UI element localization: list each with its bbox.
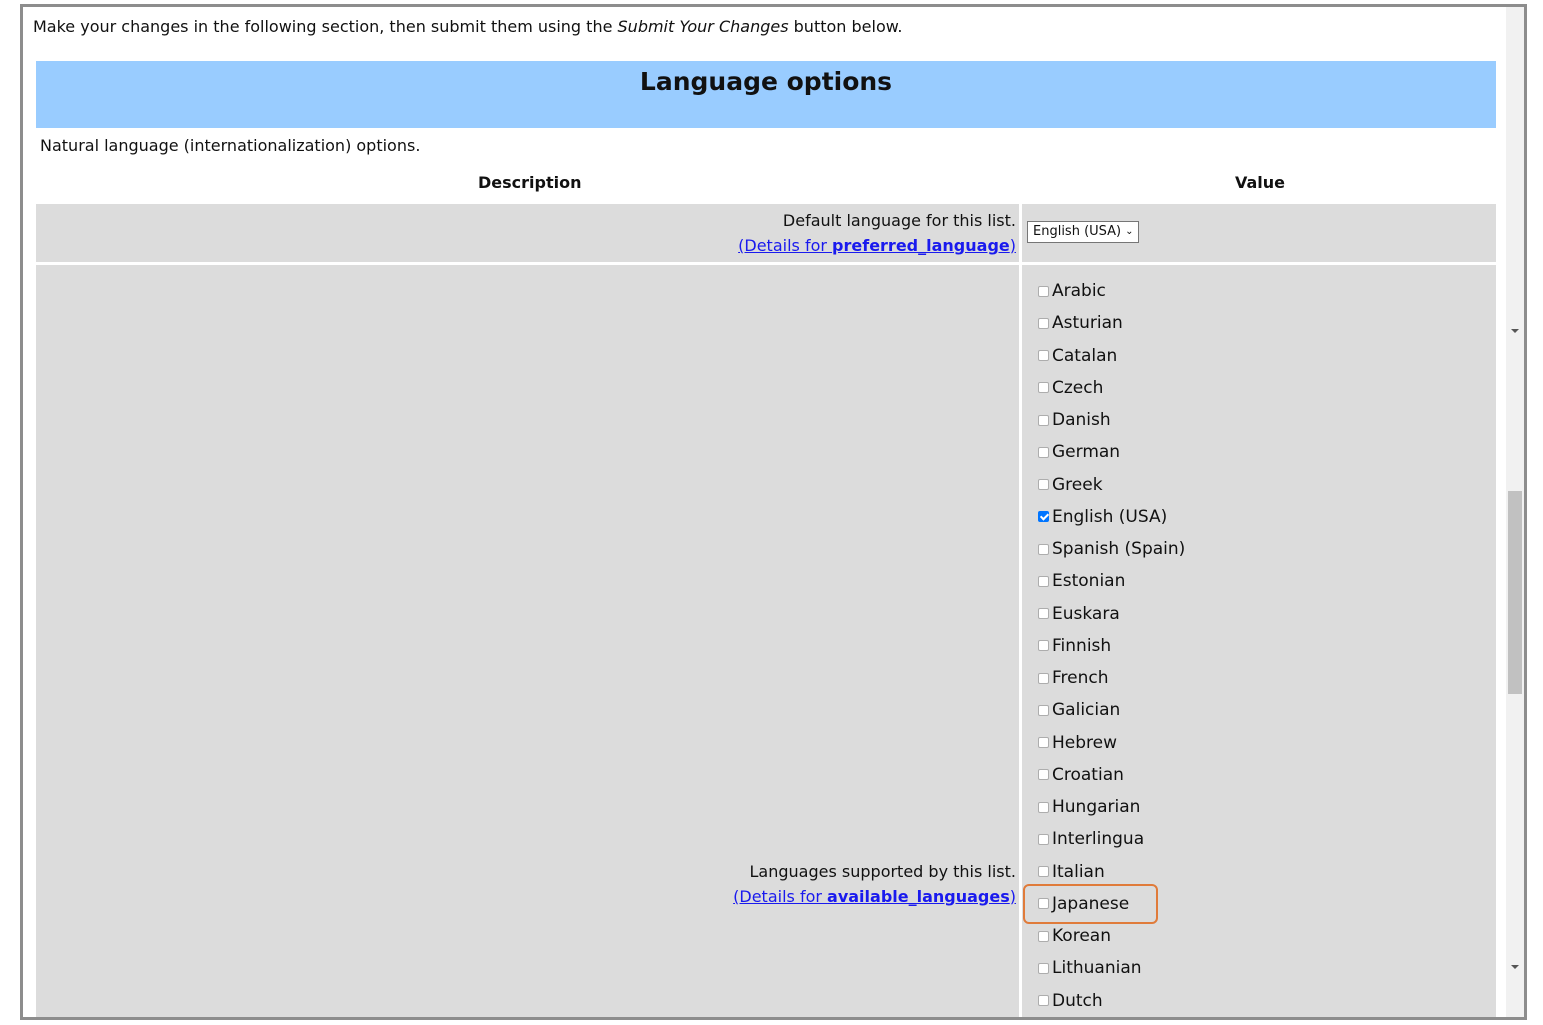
language-label: Croatian	[1052, 764, 1124, 785]
preferred-language-value-cell: English (USA) ⌄	[1022, 204, 1496, 262]
language-checkbox[interactable]	[1038, 704, 1049, 716]
language-label: Euskara	[1052, 603, 1120, 624]
language-label: Hungarian	[1052, 797, 1141, 817]
language-label: Greek	[1052, 474, 1103, 495]
language-label: Spanish (Spain)	[1052, 539, 1186, 559]
language-label: Lithuanian	[1052, 958, 1142, 979]
scroll-down-arrow-icon[interactable]	[1511, 965, 1519, 969]
language-checkbox[interactable]	[1038, 995, 1049, 1006]
language-option[interactable]: Finnish	[1038, 634, 1111, 658]
preferred-language-select-value: English (USA)	[1033, 224, 1122, 239]
language-option[interactable]: German	[1038, 440, 1120, 464]
language-checkbox[interactable]	[1038, 285, 1049, 297]
language-checkbox[interactable]	[1038, 414, 1049, 426]
intro-suffix: button below.	[788, 17, 903, 36]
section-title: Language options	[639, 67, 893, 96]
language-option[interactable]: Estonian	[1038, 569, 1125, 593]
language-option[interactable]: Spanish (Spain)	[1038, 537, 1185, 561]
language-option[interactable]: Danish	[1038, 408, 1111, 432]
preferred-language-label: Default language for this list.	[782, 211, 1016, 230]
available-languages-description: Languages supported by this list. (Detai…	[733, 859, 1016, 909]
language-label: Asturian	[1052, 313, 1123, 334]
language-label: Danish	[1052, 410, 1111, 430]
language-label: Estonian	[1052, 571, 1126, 592]
chevron-down-icon: ⌄	[1125, 226, 1134, 237]
language-checkbox[interactable]	[1038, 769, 1049, 781]
language-label: Catalan	[1052, 345, 1118, 366]
language-checkbox[interactable]	[1038, 511, 1049, 523]
language-checkbox[interactable]	[1038, 930, 1049, 942]
language-label: Korean	[1052, 926, 1111, 946]
language-checkbox[interactable]	[1038, 833, 1049, 845]
available-languages-details-link[interactable]: (Details for available_languages)	[733, 887, 1016, 906]
language-checkbox[interactable]	[1038, 640, 1049, 652]
intro-prefix: Make your changes in the following secti…	[33, 17, 618, 36]
language-label: Finnish	[1052, 635, 1112, 656]
language-label: Arabic	[1052, 281, 1106, 301]
language-checkbox[interactable]	[1038, 866, 1049, 877]
preferred-language-description: Default language for this list. (Details…	[738, 208, 1016, 258]
page-frame: Make your changes in the following secti…	[20, 4, 1527, 1020]
language-label: Dutch	[1052, 990, 1103, 1011]
language-option[interactable]: Catalan	[1038, 344, 1117, 368]
vertical-scrollbar[interactable]	[1506, 7, 1524, 1017]
language-option[interactable]: Greek	[1038, 473, 1103, 497]
language-checkbox[interactable]	[1038, 672, 1049, 684]
language-option[interactable]: Hebrew	[1038, 731, 1117, 755]
language-checkbox[interactable]	[1038, 446, 1049, 458]
language-label: English (USA)	[1052, 506, 1168, 527]
language-checkbox[interactable]	[1038, 350, 1049, 361]
language-option[interactable]: Italian	[1038, 860, 1105, 884]
preferred-language-details-link[interactable]: (Details for preferred_language)	[738, 236, 1016, 255]
language-checkbox[interactable]	[1038, 382, 1049, 394]
available-languages-value-cell: Arabic Asturian Catalan Czech Danish German Gr…	[1022, 265, 1496, 1017]
language-option[interactable]: Interlingua	[1038, 827, 1144, 851]
language-checkbox-list: Arabic Asturian Catalan Czech Danish German Gr…	[1023, 265, 1478, 1017]
language-option[interactable]: Lithuanian	[1038, 956, 1142, 980]
scroll-up-arrow-icon[interactable]	[1511, 329, 1519, 333]
highlight-box	[1023, 883, 1158, 924]
available-languages-description-cell: Languages supported by this list. (Detai…	[36, 265, 1019, 1017]
language-label: French	[1052, 668, 1109, 688]
intro-emphasis: Submit Your Changes	[617, 17, 789, 36]
language-option[interactable]: English (USA)	[1038, 505, 1167, 529]
language-option[interactable]: Croatian	[1038, 763, 1124, 787]
language-option[interactable]: Korean	[1038, 924, 1111, 948]
language-option[interactable]: Galician	[1038, 698, 1120, 722]
language-checkbox[interactable]	[1038, 479, 1049, 490]
language-option[interactable]: Arabic	[1038, 279, 1106, 303]
language-option[interactable]: Asturian	[1038, 311, 1123, 335]
intro-text: Make your changes in the following secti…	[33, 17, 902, 36]
language-option[interactable]: Hungarian	[1038, 795, 1140, 819]
language-option[interactable]: Czech	[1038, 376, 1103, 400]
language-label: Interlingua	[1052, 829, 1145, 850]
column-header-description: Description	[478, 173, 582, 192]
preferred-language-description-cell: Default language for this list. (Details…	[36, 204, 1019, 262]
language-label: Galician	[1052, 700, 1121, 721]
language-label: German	[1052, 442, 1121, 463]
language-option[interactable]: Dutch	[1038, 989, 1103, 1013]
language-checkbox[interactable]	[1038, 575, 1049, 587]
section-subtitle: Natural language (internationalization) …	[40, 136, 421, 155]
language-checkbox[interactable]	[1038, 317, 1049, 329]
language-checkbox[interactable]	[1038, 962, 1049, 974]
language-checkbox[interactable]	[1038, 737, 1049, 748]
language-checkbox[interactable]	[1038, 608, 1049, 619]
language-checkbox[interactable]	[1038, 801, 1049, 813]
column-header-value: Value	[1235, 173, 1286, 192]
available-languages-label: Languages supported by this list.	[749, 862, 1016, 881]
page-content: Make your changes in the following secti…	[23, 7, 1506, 1017]
language-label: Italian	[1052, 861, 1105, 882]
language-label: Hebrew	[1052, 732, 1118, 753]
language-option[interactable]: Euskara	[1038, 602, 1120, 626]
language-label: Czech	[1052, 377, 1104, 398]
preferred-language-select[interactable]: English (USA) ⌄	[1027, 221, 1139, 243]
section-banner: Language options	[36, 61, 1496, 128]
language-option[interactable]: French	[1038, 666, 1109, 690]
language-checkbox[interactable]	[1038, 543, 1049, 555]
scrollbar-thumb[interactable]	[1508, 491, 1522, 694]
